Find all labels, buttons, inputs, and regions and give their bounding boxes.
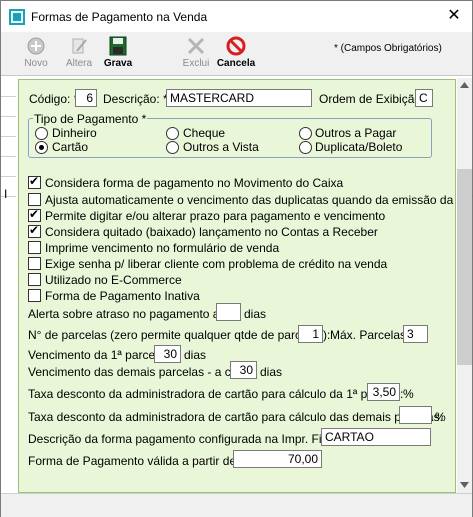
checkbox-permite-prazo-label[interactable]: Permite digitar e/ou alterar prazo para …: [45, 209, 385, 223]
grid-cell: [1, 98, 16, 117]
record-grid-strip: [1, 78, 16, 493]
altera-button[interactable]: Altera: [57, 34, 101, 74]
grid-cell: [1, 118, 16, 137]
radio-outros-vista-label[interactable]: Outros a Vista: [183, 140, 259, 154]
new-document-icon: [27, 37, 45, 55]
taxa-demais-input[interactable]: [399, 406, 432, 424]
taxa-demais-unit: %: [435, 410, 446, 424]
vencimento-demais-unit: dias: [260, 365, 283, 379]
checkbox-considera-quitado-label[interactable]: Considera quitado (baixado) lançamento n…: [45, 225, 378, 239]
status-strip: [1, 493, 472, 517]
checkbox-imprime-vencimento-label[interactable]: Imprime vencimento no formulário de vend…: [45, 241, 279, 255]
tipo-pagamento-title: Tipo de Pagamento *: [33, 112, 148, 126]
checkbox-permite-prazo[interactable]: [28, 207, 41, 222]
grid-cell: [1, 158, 16, 177]
vencimento-primeira-label: Vencimento da 1ª parcela:: [28, 348, 168, 362]
valor-minimo-input[interactable]: 70,00: [233, 450, 322, 468]
toolbar: Novo Altera Grava Exclui Cancela * (Camp…: [1, 32, 472, 75]
title-bar: Formas de Pagamento na Venda ✕: [1, 1, 472, 32]
ordem-exibicao-input[interactable]: C: [415, 89, 433, 107]
vencimento-primeira-input[interactable]: 30: [154, 345, 181, 363]
text-cursor-icon: I: [4, 187, 8, 201]
checkbox-considera-quitado[interactable]: [28, 223, 41, 238]
taxa-primeira-input[interactable]: 3,50: [367, 383, 400, 401]
vencimento-primeira-unit: dias: [184, 348, 207, 362]
radio-outros-pagar-label[interactable]: Outros a Pagar: [315, 126, 396, 140]
checkbox-imprime-vencimento[interactable]: [28, 241, 41, 254]
alerta-label: Alerta sobre atraso no pagamento após: [28, 307, 239, 321]
checkbox-inativa[interactable]: [28, 289, 41, 302]
checkbox-ajusta-vencimento[interactable]: [28, 193, 41, 206]
descricao-fiscal-input[interactable]: CARTAO: [321, 428, 431, 446]
radio-cartao-label[interactable]: Cartão: [52, 140, 88, 154]
close-icon[interactable]: ✕: [441, 5, 467, 27]
save-disk-icon: [109, 36, 127, 56]
exclui-label: Exclui: [182, 58, 210, 69]
alerta-unit: dias: [244, 307, 267, 321]
taxa-primeira-unit: %: [403, 387, 414, 401]
app-icon: [9, 9, 25, 25]
checkbox-inativa-label[interactable]: Forma de Pagamento Inativa: [45, 289, 200, 303]
descricao-input[interactable]: MASTERCARD: [166, 89, 312, 107]
scroll-down-icon[interactable]: [460, 482, 469, 488]
parcelas-label: N° de parcelas (zero permite qualquer qt…: [28, 328, 331, 342]
radio-dinheiro-label[interactable]: Dinheiro: [52, 126, 97, 140]
required-fields-note: * (Campos Obrigatórios): [334, 43, 442, 54]
altera-label: Altera: [65, 58, 93, 69]
taxa-demais-label: Taxa desconto da administradora de cartã…: [28, 410, 443, 424]
checkbox-movimento-caixa[interactable]: [28, 174, 41, 189]
descricao-label: Descrição: *: [103, 92, 168, 106]
descricao-fiscal-label: Descrição da forma pagamento configurada…: [28, 432, 355, 446]
parcelas-input[interactable]: 1: [298, 325, 323, 343]
cancela-label: Cancela: [216, 58, 256, 69]
novo-label: Novo: [24, 58, 48, 69]
checkbox-movimento-caixa-label[interactable]: Considera forma de pagamento no Moviment…: [45, 176, 343, 190]
checkbox-ajusta-vencimento-label[interactable]: Ajusta automaticamente o vencimento das …: [45, 193, 473, 207]
ordem-exibicao-label: Ordem de Exibição:: [319, 92, 425, 106]
vencimento-demais-label: Vencimento das demais parcelas - a cada: [28, 365, 251, 379]
checkbox-exige-senha[interactable]: [28, 257, 41, 270]
radio-duplicata-boleto-label[interactable]: Duplicata/Boleto: [315, 140, 402, 154]
checkbox-ecommerce-label[interactable]: Utilizado no E-Commerce: [45, 273, 182, 287]
vencimento-demais-input[interactable]: 30: [230, 361, 257, 379]
delete-x-icon: [187, 37, 205, 55]
codigo-input[interactable]: 6: [75, 89, 97, 107]
exclui-button[interactable]: Exclui: [174, 34, 218, 74]
radio-cheque-label[interactable]: Cheque: [183, 126, 225, 140]
application-window: Formas de Pagamento na Venda ✕ Novo Alte…: [0, 0, 473, 517]
grid-cell: [1, 78, 16, 97]
edit-pencil-icon: [72, 38, 87, 54]
cancel-icon: [226, 36, 246, 56]
max-parcelas-input[interactable]: 3: [403, 325, 428, 343]
radio-outros-pagar[interactable]: [299, 127, 312, 140]
checkbox-ecommerce[interactable]: [28, 273, 41, 286]
window-title: Formas de Pagamento na Venda: [31, 10, 208, 24]
scroll-up-icon[interactable]: [460, 82, 469, 88]
novo-button[interactable]: Novo: [14, 34, 58, 74]
scrollbar-thumb[interactable]: [457, 169, 472, 365]
alerta-input[interactable]: [216, 303, 241, 321]
checkbox-exige-senha-label[interactable]: Exige senha p/ liberar cliente com probl…: [45, 257, 387, 271]
radio-duplicata-boleto[interactable]: [299, 141, 312, 154]
valor-minimo-label: Forma de Pagamento válida a partir de R$…: [28, 454, 259, 468]
grava-button[interactable]: Grava: [96, 34, 140, 74]
radio-dinheiro[interactable]: [35, 127, 48, 140]
radio-cheque[interactable]: [166, 127, 179, 140]
grava-label: Grava: [103, 58, 133, 69]
grid-cell: [1, 138, 16, 157]
taxa-primeira-label: Taxa desconto da administradora de cartã…: [28, 387, 404, 401]
radio-outros-vista[interactable]: [166, 141, 179, 154]
codigo-label: Código: *: [29, 92, 79, 106]
cancela-button[interactable]: Cancela: [214, 34, 258, 74]
radio-cartao[interactable]: [35, 141, 48, 154]
max-parcelas-label: Máx. Parcelas:: [330, 328, 410, 342]
